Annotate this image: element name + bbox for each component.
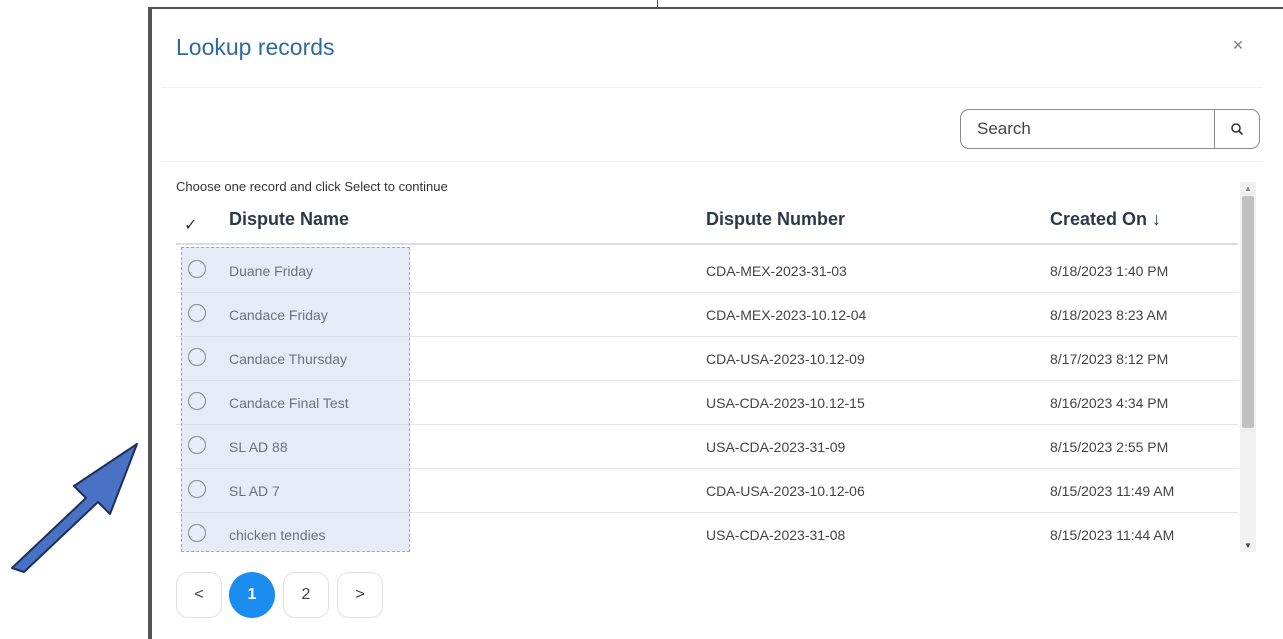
dispute-number-cell: CDA-MEX-2023-10.12-04 bbox=[706, 307, 867, 323]
dispute-number-cell: USA-CDA-2023-31-08 bbox=[706, 527, 846, 543]
table-row[interactable]: Candace Thursday CDA-USA-2023-10.12-09 8… bbox=[176, 337, 1238, 381]
dispute-name-cell: SL AD 7 bbox=[229, 483, 280, 499]
row-radio[interactable] bbox=[188, 524, 206, 542]
dispute-name-cell: Duane Friday bbox=[229, 263, 314, 279]
pagination-page-1[interactable]: 1 bbox=[229, 572, 275, 618]
dispute-number-cell: USA-CDA-2023-10.12-15 bbox=[706, 395, 865, 411]
dispute-number-cell: CDA-USA-2023-10.12-06 bbox=[706, 483, 865, 499]
row-radio[interactable] bbox=[188, 480, 206, 498]
created-on-cell: 8/18/2023 1:40 PM bbox=[1050, 263, 1169, 279]
screenshot-frame-tick bbox=[657, 0, 658, 8]
select-all-check-icon[interactable]: ✓ bbox=[184, 215, 197, 235]
dispute-number-cell: CDA-MEX-2023-31-03 bbox=[706, 263, 847, 279]
dispute-name-cell: SL AD 88 bbox=[229, 439, 288, 455]
toolbar-divider bbox=[162, 161, 1262, 162]
close-button[interactable]: × bbox=[1226, 33, 1250, 57]
table-row[interactable]: Candace Friday CDA-MEX-2023-10.12-04 8/1… bbox=[176, 293, 1238, 337]
created-on-cell: 8/15/2023 11:49 AM bbox=[1050, 483, 1175, 499]
search-button[interactable] bbox=[1214, 110, 1259, 148]
table-row[interactable]: Candace Final Test USA-CDA-2023-10.12-15… bbox=[176, 381, 1238, 425]
instruction-text: Choose one record and click Select to co… bbox=[176, 179, 448, 194]
dispute-number-cell: USA-CDA-2023-31-09 bbox=[706, 439, 846, 455]
dispute-name-cell: Candace Thursday bbox=[229, 351, 348, 367]
dispute-name-cell: chicken tendies bbox=[229, 527, 326, 543]
pagination-next-button[interactable]: > bbox=[337, 572, 383, 618]
column-header-dispute-number[interactable]: Dispute Number bbox=[706, 209, 845, 230]
table-row[interactable]: Duane Friday CDA-MEX-2023-31-03 8/18/202… bbox=[176, 249, 1238, 293]
search-input[interactable] bbox=[961, 110, 1214, 148]
pagination-prev-button[interactable]: < bbox=[176, 572, 222, 618]
created-on-cell: 8/16/2023 4:34 PM bbox=[1050, 395, 1169, 411]
pagination-page-2[interactable]: 2 bbox=[283, 572, 329, 618]
table-header: ✓ Dispute Name Dispute Number Created On… bbox=[176, 205, 1238, 245]
scroll-down-arrow-icon[interactable]: ▼ bbox=[1240, 541, 1256, 550]
table-scrollbar[interactable]: ▲ ▼ bbox=[1240, 182, 1256, 552]
annotation-arrow-icon bbox=[11, 443, 138, 573]
scroll-up-arrow-icon[interactable]: ▲ bbox=[1240, 184, 1256, 193]
created-on-cell: 8/15/2023 11:44 AM bbox=[1050, 527, 1175, 543]
table-row[interactable]: SL AD 7 CDA-USA-2023-10.12-06 8/15/2023 … bbox=[176, 469, 1238, 513]
column-header-created-on[interactable]: Created On ↓ bbox=[1050, 209, 1161, 230]
header-divider bbox=[162, 87, 1262, 88]
scrollbar-thumb[interactable] bbox=[1242, 196, 1254, 428]
lookup-records-dialog: Lookup records × Choose one record and c… bbox=[152, 9, 1283, 639]
table-row[interactable]: chicken tendies USA-CDA-2023-31-08 8/15/… bbox=[176, 513, 1238, 557]
row-radio[interactable] bbox=[188, 436, 206, 454]
dialog-title: Lookup records bbox=[176, 34, 335, 60]
close-icon: × bbox=[1232, 34, 1244, 55]
search-icon bbox=[1231, 123, 1244, 136]
created-on-cell: 8/15/2023 2:55 PM bbox=[1050, 439, 1169, 455]
search-box bbox=[960, 109, 1260, 149]
dispute-name-cell: Candace Final Test bbox=[229, 395, 349, 411]
dispute-name-cell: Candace Friday bbox=[229, 307, 328, 323]
row-radio[interactable] bbox=[188, 392, 206, 410]
row-radio[interactable] bbox=[188, 348, 206, 366]
dispute-number-cell: CDA-USA-2023-10.12-09 bbox=[706, 351, 865, 367]
column-header-dispute-name[interactable]: Dispute Name bbox=[229, 209, 349, 230]
row-radio[interactable] bbox=[188, 304, 206, 322]
row-radio[interactable] bbox=[188, 260, 206, 278]
table-row[interactable]: SL AD 88 USA-CDA-2023-31-09 8/15/2023 2:… bbox=[176, 425, 1238, 469]
created-on-cell: 8/17/2023 8:12 PM bbox=[1050, 351, 1169, 367]
created-on-cell: 8/18/2023 8:23 AM bbox=[1050, 307, 1168, 323]
